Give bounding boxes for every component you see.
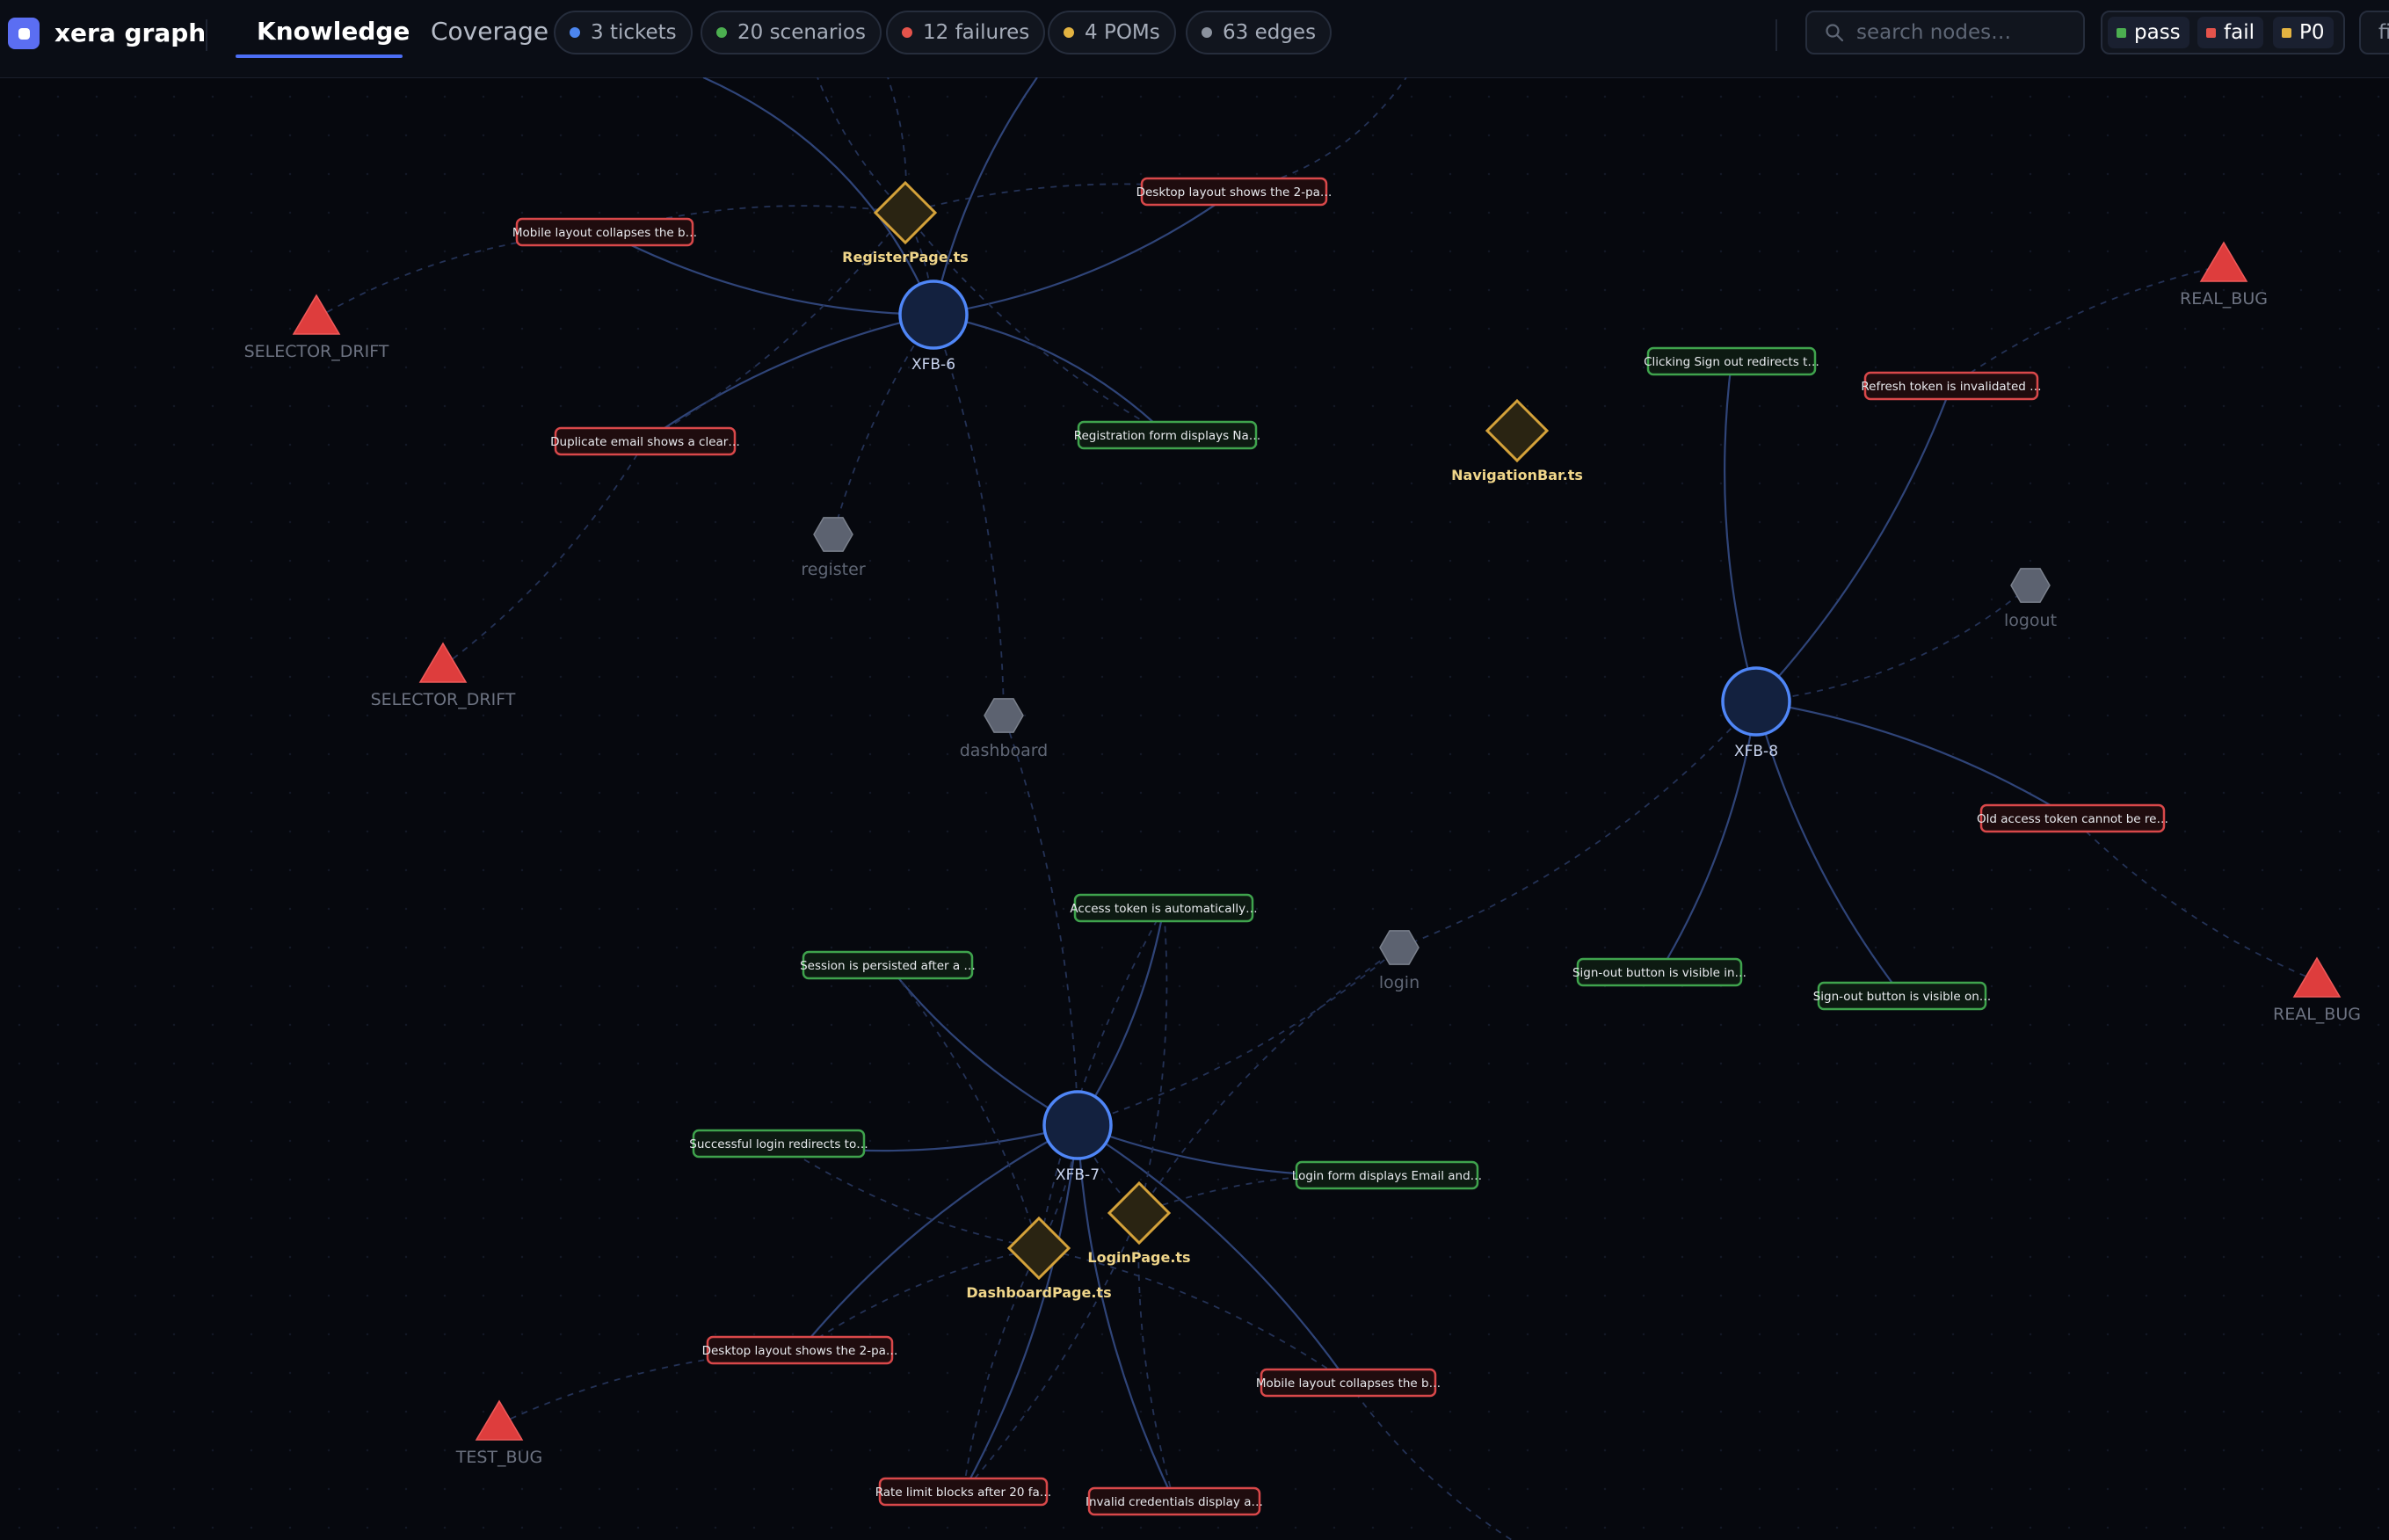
search-box[interactable]: [1805, 11, 2085, 54]
filter-p0[interactable]: P0: [2273, 17, 2334, 48]
app-title: xera graph: [54, 18, 207, 47]
divider: [206, 19, 207, 51]
scenario-label: Invalid credentials display a…: [1086, 1495, 1263, 1509]
step-node-label: dashboard: [960, 741, 1049, 760]
status-swatch: [2206, 27, 2216, 38]
scenario-label: Login form displays Email and…: [1292, 1169, 1482, 1183]
ticket-node-label: XFB-7: [1056, 1166, 1100, 1184]
tab-knowledge[interactable]: Knowledge: [257, 14, 410, 49]
scenario-label: Clicking Sign out redirects t…: [1644, 355, 1819, 369]
scenario-label: Registration form displays Na…: [1074, 429, 1261, 443]
status-filter: pass fail P0: [2101, 11, 2345, 54]
bug-node-label: REAL_BUG: [2273, 1005, 2361, 1024]
scenario-node[interactable]: Sign-out button is visible in…: [1572, 957, 1746, 987]
status-dot: [902, 27, 912, 38]
bug-node-label: SELECTOR_DRIFT: [371, 690, 516, 709]
tab-active-indicator: [236, 54, 403, 58]
step-node-label: logout: [2004, 611, 2057, 630]
pom-node-label: DashboardPage.ts: [966, 1284, 1111, 1301]
pom-node-label: NavigationBar.ts: [1451, 467, 1583, 483]
scenario-label: Session is persisted after a …: [800, 959, 976, 973]
stat-pill-failures[interactable]: 12 failures: [886, 11, 1046, 54]
scenario-label: Mobile layout collapses the b…: [1256, 1377, 1441, 1391]
scenario-node[interactable]: Successful login redirects to…: [689, 1129, 868, 1159]
scenario-node[interactable]: Duplicate email shows a clear…: [550, 426, 740, 456]
scenario-label: Desktop layout shows the 2-pa…: [702, 1344, 898, 1358]
scenario-node[interactable]: Registration form displays Na…: [1074, 420, 1261, 450]
pom-node-label: RegisterPage.ts: [842, 249, 969, 265]
search-input[interactable]: [1855, 20, 2078, 45]
status-dot: [570, 27, 580, 38]
ticket-node-label: XFB-8: [1734, 743, 1778, 760]
filter-fail[interactable]: fail: [2197, 17, 2263, 48]
tab-coverage[interactable]: Coverage: [431, 14, 548, 49]
scenario-node[interactable]: Mobile layout collapses the b…: [1256, 1368, 1441, 1398]
stat-pill-tickets[interactable]: 3 tickets: [554, 11, 693, 54]
status-dot: [1064, 27, 1074, 38]
scenario-node[interactable]: Mobile layout collapses the b…: [512, 217, 697, 247]
ticket-node-circle-icon[interactable]: [1042, 1090, 1113, 1160]
scenario-node[interactable]: Login form displays Email and…: [1292, 1160, 1482, 1190]
bug-node-label: SELECTOR_DRIFT: [244, 342, 389, 361]
status-swatch: [2117, 27, 2126, 38]
status-swatch: [2282, 27, 2291, 38]
step-node-label: login: [1379, 973, 1420, 992]
stat-pill-poms[interactable]: 4 POMs: [1048, 11, 1176, 54]
scenario-node[interactable]: Old access token cannot be re…: [1977, 803, 2168, 833]
scenario-label: Refresh token is invalidated …: [1861, 380, 2041, 394]
scenario-node[interactable]: Session is persisted after a …: [800, 950, 976, 980]
ticket-node-circle-icon[interactable]: [1721, 666, 1791, 737]
status-dot: [1202, 27, 1212, 38]
stat-pill-edges[interactable]: 63 edges: [1186, 11, 1332, 54]
scenario-label: Mobile layout collapses the b…: [512, 226, 697, 240]
toolbar-button[interactable]: fi: [2359, 11, 2389, 54]
stat-pill-scenarios[interactable]: 20 scenarios: [701, 11, 882, 54]
scenario-label: Desktop layout shows the 2-pa…: [1136, 185, 1332, 200]
step-node-label: register: [801, 560, 865, 579]
scenario-node[interactable]: Invalid credentials display a…: [1086, 1486, 1263, 1516]
bug-node-label: REAL_BUG: [2180, 289, 2268, 309]
pom-node-label: LoginPage.ts: [1087, 1249, 1190, 1266]
scenario-label: Sign-out button is visible on…: [1813, 990, 1992, 1004]
status-dot: [716, 27, 727, 38]
ticket-node-label: XFB-6: [911, 356, 955, 374]
app-logo-icon: [8, 18, 40, 49]
scenario-label: Successful login redirects to…: [689, 1137, 868, 1151]
scenario-node[interactable]: Sign-out button is visible on…: [1813, 981, 1992, 1011]
scenario-node[interactable]: Access token is automatically…: [1070, 893, 1258, 923]
scenario-node[interactable]: Desktop layout shows the 2-pa…: [1136, 177, 1332, 207]
scenario-label: Rate limit blocks after 20 fa…: [875, 1486, 1052, 1500]
ticket-node-circle-icon[interactable]: [898, 280, 969, 350]
knowledge-graph-canvas[interactable]: register dashboard login logout SELECTOR_DRI…: [0, 77, 2389, 1540]
scenario-node[interactable]: Refresh token is invalidated …: [1861, 371, 2042, 401]
scenario-node[interactable]: Clicking Sign out redirects t…: [1644, 346, 1819, 376]
divider: [1775, 19, 1777, 51]
scenario-label: Duplicate email shows a clear…: [550, 435, 740, 449]
scenario-label: Old access token cannot be re…: [1977, 812, 2168, 826]
top-bar: xera graph Knowledge Coverage 3 tickets …: [0, 0, 2389, 78]
bug-node-label: TEST_BUG: [455, 1448, 542, 1467]
search-icon: [1826, 24, 1844, 42]
scenario-node[interactable]: Rate limit blocks after 20 fa…: [875, 1477, 1052, 1507]
scenario-label: Access token is automatically…: [1070, 902, 1257, 916]
scenario-label: Sign-out button is visible in…: [1572, 966, 1746, 980]
scenario-node[interactable]: Desktop layout shows the 2-pa…: [702, 1335, 898, 1365]
filter-pass[interactable]: pass: [2108, 17, 2189, 48]
